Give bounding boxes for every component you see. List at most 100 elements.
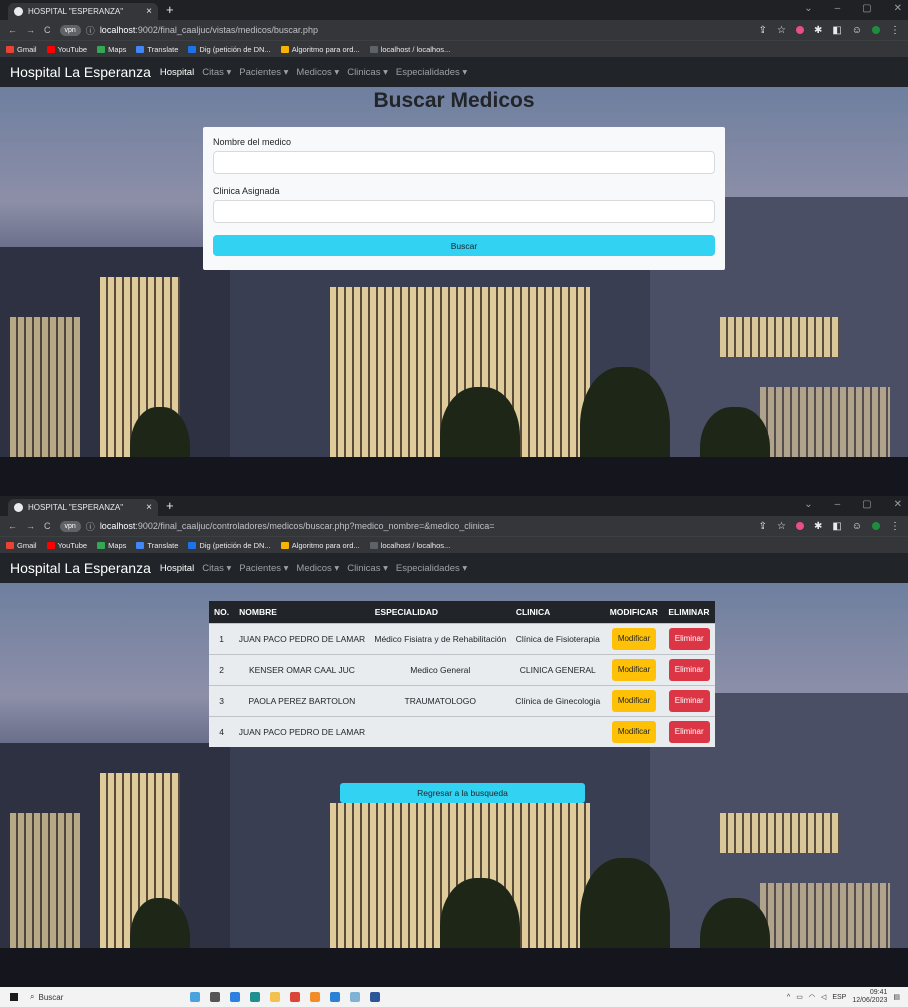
widgets-icon[interactable] bbox=[190, 992, 200, 1002]
maximize-icon[interactable]: ▢ bbox=[862, 499, 871, 510]
nav-pacientes[interactable]: Pacientes ▾ bbox=[239, 563, 288, 574]
clinic-input[interactable] bbox=[213, 200, 715, 223]
delete-button[interactable]: Eliminar bbox=[668, 659, 710, 681]
bookmark-translate[interactable]: Translate bbox=[136, 541, 178, 550]
chevron-down-icon[interactable]: ⌄ bbox=[804, 499, 812, 510]
new-tab-icon[interactable]: + bbox=[166, 2, 174, 17]
profile-icon[interactable]: ☺ bbox=[852, 25, 862, 36]
battery-icon[interactable]: ▭ bbox=[796, 993, 803, 1001]
nav-citas[interactable]: Citas ▾ bbox=[202, 563, 231, 574]
share-icon[interactable]: ⇪ bbox=[759, 25, 767, 36]
nav-hospital[interactable]: Hospital bbox=[160, 67, 194, 78]
browser-tab[interactable]: HOSPITAL "ESPERANZA" × bbox=[8, 3, 158, 20]
minimize-icon[interactable]: – bbox=[835, 499, 841, 510]
forward-icon[interactable]: → bbox=[26, 25, 35, 35]
taskbar-search[interactable]: ⌕ Buscar bbox=[30, 992, 140, 1002]
tab-close-icon[interactable]: × bbox=[146, 502, 152, 513]
task-view-icon[interactable] bbox=[210, 992, 220, 1002]
nav-citas[interactable]: Citas ▾ bbox=[202, 67, 231, 78]
url-field[interactable]: vpn ⓘ localhost:9002/final_caaljuc/vista… bbox=[59, 24, 318, 37]
bookmark-translate[interactable]: Translate bbox=[136, 45, 178, 54]
bookmark-maps[interactable]: Maps bbox=[97, 45, 126, 54]
photos-icon[interactable] bbox=[350, 992, 360, 1002]
reload-icon[interactable]: C bbox=[44, 25, 51, 35]
back-icon[interactable]: ← bbox=[8, 521, 17, 531]
reload-icon[interactable]: C bbox=[44, 521, 51, 531]
bookmark-gmail[interactable]: Gmail bbox=[6, 45, 37, 54]
sidepanel-icon[interactable]: ◧ bbox=[832, 25, 841, 36]
windows-taskbar: ⌕ Buscar ^ ▭ ◠ ◁ ESP 09:41 12/06/2023 ▤ bbox=[0, 987, 908, 1007]
chevron-up-icon[interactable]: ^ bbox=[787, 994, 790, 1001]
navbar-brand[interactable]: Hospital La Esperanza bbox=[10, 560, 151, 576]
sync-icon[interactable] bbox=[872, 522, 880, 530]
tab-close-icon[interactable]: × bbox=[146, 6, 152, 17]
delete-button[interactable]: Eliminar bbox=[668, 690, 710, 712]
star-icon[interactable]: ☆ bbox=[777, 25, 786, 36]
delete-button[interactable]: Eliminar bbox=[668, 628, 710, 650]
navbar-brand[interactable]: Hospital La Esperanza bbox=[10, 64, 151, 80]
profile-icon[interactable]: ☺ bbox=[852, 521, 862, 532]
modify-button[interactable]: Modificar bbox=[611, 628, 657, 650]
bookmark-algoritmo[interactable]: Algoritmo para ord... bbox=[280, 541, 360, 550]
nav-medicos[interactable]: Medicos ▾ bbox=[296, 563, 339, 574]
bookmark-dig[interactable]: Dig (petición de DN... bbox=[188, 45, 271, 54]
bookmark-maps[interactable]: Maps bbox=[97, 541, 126, 550]
url-host: localhost bbox=[99, 25, 136, 35]
modify-button[interactable]: Modificar bbox=[611, 659, 657, 681]
star-icon[interactable]: ☆ bbox=[777, 521, 786, 532]
language-indicator[interactable]: ESP bbox=[832, 994, 846, 1001]
extensions-puzzle-icon[interactable]: ✱ bbox=[814, 521, 822, 532]
extension-icon[interactable] bbox=[795, 26, 804, 34]
nav-especialidades[interactable]: Especialidades ▾ bbox=[396, 67, 467, 78]
bookmark-youtube[interactable]: YouTube bbox=[46, 541, 87, 550]
bookmark-localhost[interactable]: localhost / localhos... bbox=[369, 541, 450, 550]
sidepanel-icon[interactable]: ◧ bbox=[832, 521, 841, 532]
chevron-down-icon[interactable]: ⌄ bbox=[804, 3, 812, 14]
volume-icon[interactable]: ◁ bbox=[821, 993, 826, 1001]
close-icon[interactable]: ✕ bbox=[894, 499, 902, 510]
notifications-icon[interactable]: ▤ bbox=[893, 993, 900, 1001]
extensions-puzzle-icon[interactable]: ✱ bbox=[814, 25, 822, 36]
bookmark-youtube[interactable]: YouTube bbox=[46, 45, 87, 54]
nav-pacientes[interactable]: Pacientes ▾ bbox=[239, 67, 288, 78]
bookmark-localhost[interactable]: localhost / localhos... bbox=[369, 45, 450, 54]
new-tab-icon[interactable]: + bbox=[166, 498, 174, 513]
modify-button[interactable]: Modificar bbox=[611, 721, 657, 743]
edge-icon[interactable] bbox=[250, 992, 260, 1002]
file-explorer-icon[interactable] bbox=[270, 992, 280, 1002]
menu-icon[interactable]: ⋮ bbox=[890, 25, 900, 36]
nav-clinicas[interactable]: Clinicas ▾ bbox=[347, 67, 388, 78]
nav-medicos[interactable]: Medicos ▾ bbox=[296, 67, 339, 78]
nav-clinicas[interactable]: Clinicas ▾ bbox=[347, 563, 388, 574]
app-icon[interactable] bbox=[330, 992, 340, 1002]
wifi-icon[interactable]: ◠ bbox=[809, 993, 815, 1001]
forward-icon[interactable]: → bbox=[26, 521, 35, 531]
menu-icon[interactable]: ⋮ bbox=[890, 521, 900, 532]
clock[interactable]: 09:41 12/06/2023 bbox=[852, 989, 887, 1005]
bookmark-algoritmo[interactable]: Algoritmo para ord... bbox=[280, 45, 360, 54]
nav-hospital[interactable]: Hospital bbox=[160, 563, 194, 574]
back-icon[interactable]: ← bbox=[8, 25, 17, 35]
browser-tab[interactable]: HOSPITAL "ESPERANZA" × bbox=[8, 499, 158, 516]
share-icon[interactable]: ⇪ bbox=[759, 521, 767, 532]
back-to-search-button[interactable]: Regresar a la busqueda bbox=[340, 783, 585, 803]
vscode-icon[interactable] bbox=[230, 992, 240, 1002]
doctor-name-input[interactable] bbox=[213, 151, 715, 174]
nav-especialidades[interactable]: Especialidades ▾ bbox=[396, 563, 467, 574]
extension-icon[interactable] bbox=[795, 522, 804, 530]
chrome-icon[interactable] bbox=[290, 992, 300, 1002]
bookmark-dig[interactable]: Dig (petición de DN... bbox=[188, 541, 271, 550]
maximize-icon[interactable]: ▢ bbox=[862, 3, 871, 14]
delete-button[interactable]: Eliminar bbox=[668, 721, 710, 743]
word-icon[interactable] bbox=[370, 992, 380, 1002]
url-field[interactable]: vpn ⓘ localhost:9002/final_caaljuc/contr… bbox=[59, 520, 495, 533]
windows-start-icon[interactable] bbox=[10, 993, 18, 1001]
close-icon[interactable]: ✕ bbox=[894, 3, 902, 14]
minimize-icon[interactable]: – bbox=[835, 3, 841, 14]
bookmark-gmail[interactable]: Gmail bbox=[6, 541, 37, 550]
modify-button[interactable]: Modificar bbox=[611, 690, 657, 712]
sync-icon[interactable] bbox=[872, 26, 880, 34]
search-button[interactable]: Buscar bbox=[213, 235, 715, 256]
clock-time: 09:41 bbox=[869, 989, 888, 996]
browser-icon[interactable] bbox=[310, 992, 320, 1002]
